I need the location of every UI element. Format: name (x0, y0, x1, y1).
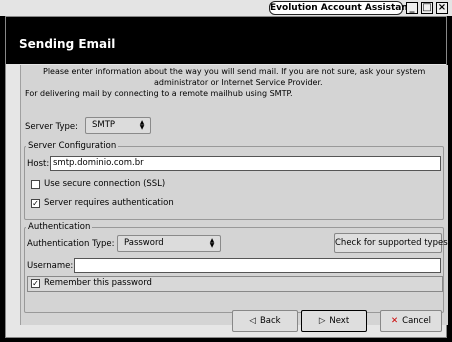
maximize-button[interactable]: □ (421, 2, 433, 14)
back-button[interactable]: ◁ Back (232, 310, 298, 332)
server-type-combo[interactable]: SMTP ▲ ▼ (85, 117, 151, 134)
next-arrow-icon: ▷ (318, 316, 326, 326)
host-label: Host: (27, 159, 50, 169)
assistant-dialog: Sending Email Please enter information a… (5, 16, 448, 338)
authentication-title: Authentication (26, 222, 93, 232)
server-config-title: Server Configuration (26, 141, 119, 151)
username-input[interactable] (74, 258, 441, 273)
remember-password-row[interactable]: ✓ Remember this password (27, 276, 443, 292)
ssl-checkbox[interactable] (31, 180, 40, 189)
check-mark-icon: ✓ (32, 199, 39, 208)
server-type-value: SMTP (92, 120, 116, 130)
intro-line-1: Please enter information about the way y… (43, 67, 426, 76)
username-label: Username: (27, 261, 74, 271)
ssl-label: Use secure connection (SSL) (44, 179, 166, 189)
auth-required-label: Server requires authentication (44, 198, 174, 208)
close-button[interactable]: × (436, 2, 448, 14)
check-mark-icon: ✓ (32, 279, 39, 288)
cancel-x-icon: ✕ (391, 316, 399, 326)
auth-type-combo[interactable]: Password ▲ ▼ (117, 235, 221, 252)
back-label: Back (259, 316, 281, 326)
server-type-label: Server Type: (25, 122, 78, 132)
check-supported-types-button[interactable]: Check for supported types (334, 233, 448, 253)
page-header: Sending Email (6, 17, 446, 64)
window-titlebar[interactable]: Evolution Account Assistant _ □ × (0, 0, 452, 16)
window-title: Evolution Account Assistant (269, 1, 413, 15)
cancel-button[interactable]: ✕ Cancel (380, 310, 442, 332)
page-content: Please enter information about the way y… (20, 65, 448, 325)
intro-line-3: For delivering mail by connecting to a r… (25, 89, 293, 98)
host-input[interactable]: smtp.dominio.com.br (50, 156, 441, 171)
page-title: Sending Email (19, 37, 116, 51)
remember-password-label: Remember this password (44, 278, 152, 288)
auth-type-label: Authentication Type: (27, 239, 115, 249)
intro-line-2: administrator or Internet Service Provid… (154, 78, 323, 87)
remember-password-checkbox[interactable]: ✓ (31, 279, 40, 288)
auth-required-checkbox[interactable]: ✓ (31, 199, 40, 208)
back-arrow-icon: ◁ (249, 316, 256, 326)
minimize-button[interactable]: _ (406, 2, 418, 14)
next-label: Next (329, 316, 350, 326)
auth-type-value: Password (124, 238, 164, 248)
cancel-label: Cancel (402, 316, 431, 326)
updown-arrows-icon: ▲ ▼ (139, 119, 145, 131)
updown-arrows-icon: ▲ ▼ (209, 237, 215, 249)
next-button[interactable]: ▷ Next (301, 310, 367, 332)
